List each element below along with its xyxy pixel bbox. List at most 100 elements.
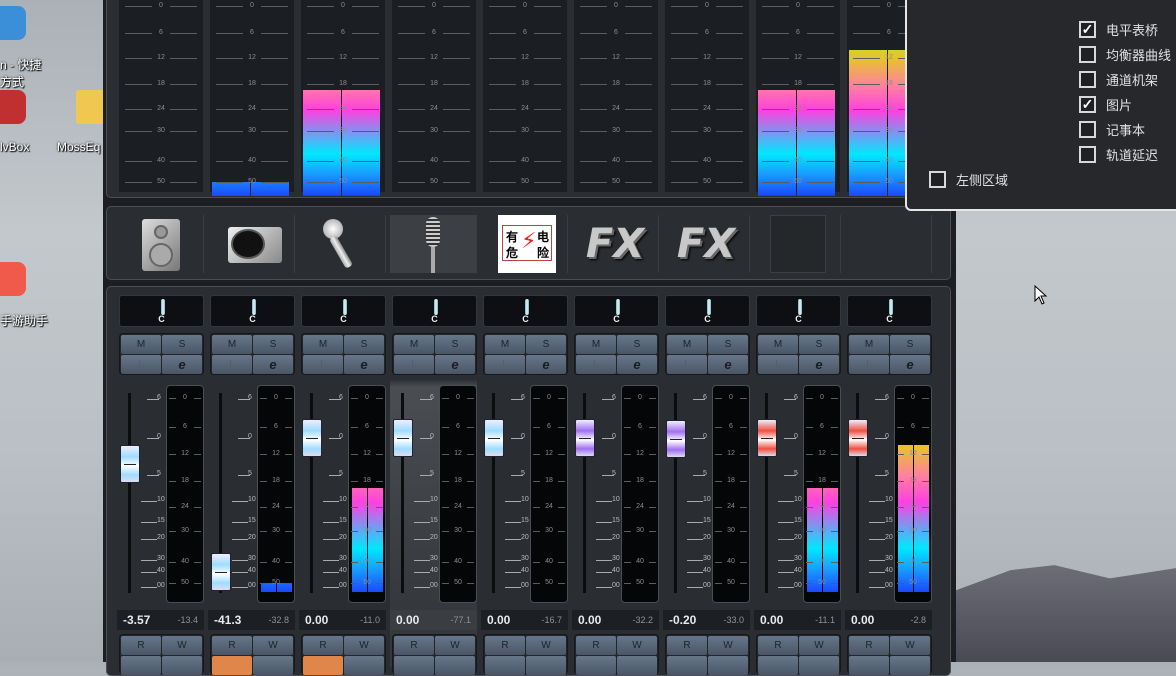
view-option[interactable]: 轨道延迟 bbox=[1079, 145, 1158, 164]
view-option[interactable]: 记事本 bbox=[1079, 120, 1145, 139]
solo-button[interactable]: S bbox=[253, 335, 293, 354]
write-indicator[interactable] bbox=[253, 656, 293, 675]
edit-channel-button[interactable]: e bbox=[890, 355, 930, 374]
volume-value[interactable]: 0.00 bbox=[851, 613, 874, 627]
listen-button[interactable]: L bbox=[667, 355, 707, 374]
volume-fader[interactable] bbox=[484, 419, 504, 457]
desktop-icon-image[interactable] bbox=[0, 6, 26, 40]
write-automation-button[interactable]: W bbox=[890, 636, 930, 655]
solo-button[interactable]: S bbox=[526, 335, 566, 354]
solo-button[interactable]: S bbox=[617, 335, 657, 354]
view-option[interactable]: 均衡器曲线 bbox=[1079, 45, 1171, 64]
peak-value[interactable]: -32.2 bbox=[632, 615, 653, 625]
volume-fader[interactable] bbox=[575, 419, 595, 457]
mute-button[interactable]: M bbox=[758, 335, 798, 354]
volume-value[interactable]: 0.00 bbox=[578, 613, 601, 627]
pan-control[interactable]: C bbox=[392, 295, 477, 327]
view-option[interactable]: ✓ 电平表桥 bbox=[1079, 20, 1158, 39]
peak-value[interactable]: -13.4 bbox=[177, 615, 198, 625]
volume-fader[interactable] bbox=[120, 445, 140, 484]
solo-button[interactable]: S bbox=[435, 335, 475, 354]
volume-fader[interactable] bbox=[666, 420, 686, 459]
channel-picture-slot[interactable] bbox=[754, 215, 841, 273]
mute-button[interactable]: M bbox=[485, 335, 525, 354]
pan-knob[interactable] bbox=[161, 299, 165, 315]
volume-value[interactable]: -41.3 bbox=[214, 613, 241, 627]
pan-control[interactable]: C bbox=[210, 295, 295, 327]
pan-control[interactable]: C bbox=[301, 295, 386, 327]
mute-button[interactable]: M bbox=[667, 335, 707, 354]
channel-picture-slot[interactable] bbox=[845, 215, 932, 273]
checkbox-checked[interactable]: ✓ bbox=[1079, 21, 1096, 38]
view-option[interactable]: ✓ 图片 bbox=[1079, 95, 1132, 114]
read-automation-button[interactable]: R bbox=[758, 636, 798, 655]
pan-knob[interactable] bbox=[252, 299, 256, 315]
write-automation-button[interactable]: W bbox=[253, 636, 293, 655]
read-automation-button[interactable]: R bbox=[667, 636, 707, 655]
peak-value[interactable]: -16.7 bbox=[541, 615, 562, 625]
volume-value[interactable]: -0.20 bbox=[669, 613, 696, 627]
channel-picture-slot[interactable] bbox=[299, 215, 386, 273]
write-indicator[interactable] bbox=[344, 656, 384, 675]
pan-control[interactable]: C bbox=[756, 295, 841, 327]
read-indicator[interactable] bbox=[303, 656, 343, 675]
checkbox-unchecked[interactable] bbox=[1079, 121, 1096, 138]
mute-button[interactable]: M bbox=[121, 335, 161, 354]
pan-knob[interactable] bbox=[707, 299, 711, 315]
channel-picture-slot[interactable] bbox=[390, 215, 477, 273]
peak-value[interactable]: -77.1 bbox=[450, 615, 471, 625]
checkbox-unchecked[interactable] bbox=[1079, 146, 1096, 163]
read-automation-button[interactable]: R bbox=[303, 636, 343, 655]
read-automation-button[interactable]: R bbox=[394, 636, 434, 655]
channel-picture-slot[interactable]: FX bbox=[663, 215, 750, 273]
write-automation-button[interactable]: W bbox=[162, 636, 202, 655]
listen-button[interactable]: L bbox=[576, 355, 616, 374]
solo-button[interactable]: S bbox=[890, 335, 930, 354]
view-option[interactable]: 通道机架 bbox=[1079, 70, 1158, 89]
desktop-icon-label[interactable]: n - 快捷 bbox=[0, 56, 41, 73]
pan-knob[interactable] bbox=[434, 299, 438, 315]
checkbox-unchecked[interactable] bbox=[929, 171, 946, 188]
read-automation-button[interactable]: R bbox=[485, 636, 525, 655]
pan-knob[interactable] bbox=[798, 299, 802, 315]
pan-knob[interactable] bbox=[525, 299, 529, 315]
volume-value[interactable]: -3.57 bbox=[123, 613, 150, 627]
read-indicator[interactable] bbox=[758, 656, 798, 675]
solo-button[interactable]: S bbox=[799, 335, 839, 354]
checkbox-unchecked[interactable] bbox=[1079, 46, 1096, 63]
mute-button[interactable]: M bbox=[576, 335, 616, 354]
listen-button[interactable]: L bbox=[485, 355, 525, 374]
write-indicator[interactable] bbox=[890, 656, 930, 675]
edit-channel-button[interactable]: e bbox=[162, 355, 202, 374]
read-automation-button[interactable]: R bbox=[121, 636, 161, 655]
write-automation-button[interactable]: W bbox=[344, 636, 384, 655]
pan-knob[interactable] bbox=[343, 299, 347, 315]
pan-control[interactable]: C bbox=[847, 295, 932, 327]
listen-button[interactable]: L bbox=[212, 355, 252, 374]
write-indicator[interactable] bbox=[799, 656, 839, 675]
channel-picture-slot[interactable] bbox=[208, 215, 295, 273]
edit-channel-button[interactable]: e bbox=[617, 355, 657, 374]
channel-picture-slot[interactable] bbox=[117, 215, 204, 273]
pan-control[interactable]: C bbox=[119, 295, 204, 327]
checkbox-checked[interactable]: ✓ bbox=[1079, 96, 1096, 113]
volume-value[interactable]: 0.00 bbox=[487, 613, 510, 627]
volume-value[interactable]: 0.00 bbox=[760, 613, 783, 627]
volume-fader[interactable] bbox=[302, 419, 322, 457]
write-indicator[interactable] bbox=[526, 656, 566, 675]
solo-button[interactable]: S bbox=[162, 335, 202, 354]
desktop-icon-label[interactable]: 手游助手 bbox=[0, 312, 48, 329]
pan-control[interactable]: C bbox=[483, 295, 568, 327]
read-indicator[interactable] bbox=[576, 656, 616, 675]
desktop-icon-label[interactable]: lvBox bbox=[0, 140, 29, 154]
peak-value[interactable]: -32.8 bbox=[268, 615, 289, 625]
read-automation-button[interactable]: R bbox=[849, 636, 889, 655]
peak-value[interactable]: -11.0 bbox=[360, 615, 380, 625]
write-automation-button[interactable]: W bbox=[799, 636, 839, 655]
edit-channel-button[interactable]: e bbox=[526, 355, 566, 374]
read-indicator[interactable] bbox=[485, 656, 525, 675]
pan-control[interactable]: C bbox=[665, 295, 750, 327]
mute-button[interactable]: M bbox=[303, 335, 343, 354]
read-indicator[interactable] bbox=[667, 656, 707, 675]
peak-value[interactable]: -2.8 bbox=[910, 615, 926, 625]
